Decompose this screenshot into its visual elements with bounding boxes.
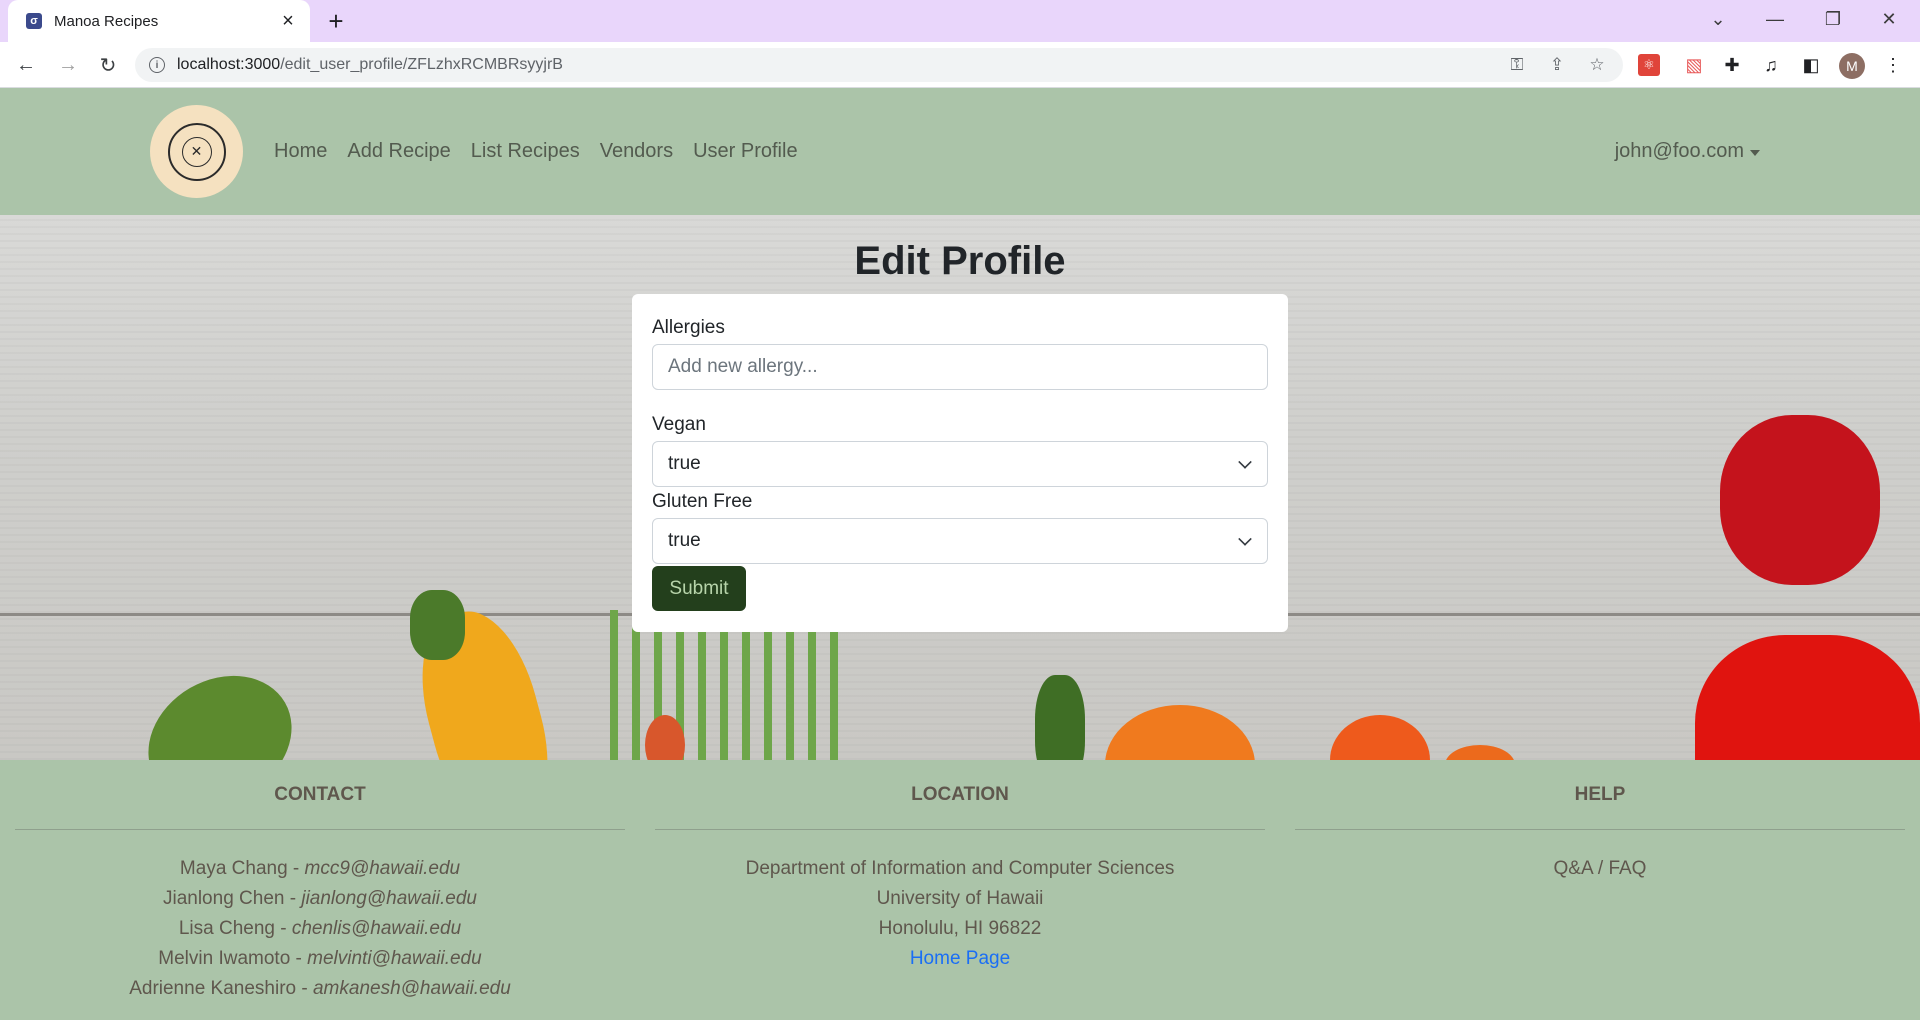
browser-tab[interactable]: σ Manoa Recipes × xyxy=(8,0,310,42)
browser-tab-strip: σ Manoa Recipes × + ⌄ — ❐ ✕ xyxy=(0,0,1920,42)
forward-button[interactable]: → xyxy=(52,49,84,81)
profile-avatar[interactable]: M xyxy=(1839,53,1865,79)
contact-item: Adrienne Kaneshiro - amkanesh@hawaii.edu xyxy=(15,974,625,1004)
location-line: Honolulu, HI 96822 xyxy=(878,918,1042,939)
user-dropdown[interactable]: john@foo.com xyxy=(1615,88,1760,215)
faq-link[interactable]: Q&A / FAQ xyxy=(1554,858,1647,879)
allergies-input[interactable] xyxy=(652,344,1268,390)
contact-name: Adrienne Kaneshiro - xyxy=(129,978,313,999)
hero-background: Edit Profile Allergies Vegan true Gluten… xyxy=(0,215,1920,760)
green-chili-image xyxy=(1035,675,1085,760)
vegan-select-value: true xyxy=(668,453,701,474)
zucchini-stem-image xyxy=(410,590,465,660)
allergies-label: Allergies xyxy=(652,317,725,338)
contact-email: chenlis@hawaii.edu xyxy=(291,918,462,939)
url-text[interactable]: localhost:3000/edit_user_profile/ZFLzhxR… xyxy=(177,56,1503,74)
contact-email: jianlong@hawaii.edu xyxy=(301,888,477,909)
gluten-free-select[interactable]: true xyxy=(652,518,1268,564)
contact-name: Maya Chang - xyxy=(179,858,305,879)
contact-email: amkanesh@hawaii.edu xyxy=(312,978,511,999)
side-panel-icon[interactable]: ◧ xyxy=(1797,51,1825,79)
vegan-select[interactable]: true xyxy=(652,441,1268,487)
browser-menu-icon[interactable]: ⋮ xyxy=(1879,51,1907,79)
cherry-tomato-image xyxy=(1330,715,1430,760)
app-navbar: ✕ Home Add Recipe List Recipes Vendors U… xyxy=(0,88,1920,215)
user-email: john@foo.com xyxy=(1614,140,1744,162)
divider xyxy=(1295,829,1905,830)
location-line: University of Hawaii xyxy=(876,888,1044,909)
contact-item: Melvin Iwamoto - melvinti@hawaii.edu xyxy=(15,944,625,974)
footer-help-column: HELP Q&A / FAQ xyxy=(1295,760,1905,884)
chevron-down-icon xyxy=(1238,455,1252,469)
cucumber-image xyxy=(125,650,315,760)
red-pepper-image xyxy=(1720,415,1880,585)
nav-link-vendors[interactable]: Vendors xyxy=(590,140,683,163)
contact-name: Jianlong Chen - xyxy=(162,888,302,909)
nav-link-home[interactable]: Home xyxy=(264,140,337,163)
nav-links: Home Add Recipe List Recipes Vendors Use… xyxy=(264,88,808,215)
submit-button[interactable]: Submit xyxy=(652,566,746,611)
media-control-icon[interactable]: ♫ xyxy=(1757,51,1785,79)
react-devtools-extension-icon[interactable]: ⚛ xyxy=(1638,54,1660,76)
back-button[interactable]: ← xyxy=(10,49,42,81)
footer-location-column: LOCATION Department of Information and C… xyxy=(655,760,1265,974)
small-tomato-image xyxy=(1445,745,1515,760)
favicon-icon: σ xyxy=(26,13,42,29)
contact-item: Jianlong Chen - jianlong@hawaii.edu xyxy=(15,884,625,914)
restore-button[interactable]: ❐ xyxy=(1810,0,1856,38)
page-title: Edit Profile xyxy=(854,239,1066,283)
reload-button[interactable]: ↻ xyxy=(92,49,124,81)
close-window-button[interactable]: ✕ xyxy=(1866,0,1912,38)
gluten-free-label: Gluten Free xyxy=(652,491,753,512)
nav-link-user-profile[interactable]: User Profile xyxy=(683,140,807,163)
caret-down-icon xyxy=(1750,149,1760,156)
footer-contact-column: CONTACT Maya Chang - mcc9@hawaii.edu Jia… xyxy=(15,760,625,1004)
extensions-puzzle-icon[interactable]: ✚ xyxy=(1718,51,1746,79)
contact-name: Lisa Cheng - xyxy=(178,918,292,939)
red-bell-pepper-image xyxy=(1695,635,1920,760)
contact-heading: CONTACT xyxy=(274,784,366,805)
contact-item: Lisa Cheng - chenlis@hawaii.edu xyxy=(15,914,625,944)
chevron-down-icon xyxy=(1238,532,1252,546)
fork-knife-icon: ✕ xyxy=(181,136,212,167)
nav-link-list-recipes[interactable]: List Recipes xyxy=(461,140,590,163)
share-icon[interactable]: ⇪ xyxy=(1543,51,1571,79)
extension-stripes-icon[interactable]: ▧ xyxy=(1680,51,1708,79)
contact-email: melvinti@hawaii.edu xyxy=(307,948,482,969)
location-heading: LOCATION xyxy=(911,784,1009,805)
minimize-button[interactable]: — xyxy=(1752,0,1798,38)
tab-title: Manoa Recipes xyxy=(54,12,159,30)
key-icon[interactable]: ⚿ xyxy=(1503,51,1531,79)
manoa-recipes-logo[interactable]: ✕ xyxy=(150,105,243,198)
nav-link-add-recipe[interactable]: Add Recipe xyxy=(337,140,460,163)
address-bar[interactable]: i localhost:3000/edit_user_profile/ZFLzh… xyxy=(135,48,1623,82)
tab-search-icon[interactable]: ⌄ xyxy=(1695,0,1741,38)
divider xyxy=(15,829,625,830)
logo-ring: ✕ xyxy=(167,122,226,181)
contact-item: Maya Chang - mcc9@hawaii.edu xyxy=(15,854,625,884)
new-tab-button[interactable]: + xyxy=(322,6,350,36)
browser-toolbar: ← → ↻ i localhost:3000/edit_user_profile… xyxy=(0,42,1920,88)
divider xyxy=(655,829,1265,830)
orange-pepper-image xyxy=(1105,705,1255,760)
gluten-free-select-value: true xyxy=(668,530,701,551)
contact-name: Melvin Iwamoto - xyxy=(158,948,308,969)
contact-email: mcc9@hawaii.edu xyxy=(304,858,461,879)
edit-profile-form: Allergies Vegan true Gluten Free true Su… xyxy=(632,294,1288,632)
vegan-label: Vegan xyxy=(652,414,706,435)
close-tab-icon[interactable]: × xyxy=(276,9,300,33)
help-heading: HELP xyxy=(1574,784,1626,805)
site-info-icon[interactable]: i xyxy=(149,57,165,73)
home-page-link[interactable]: Home Page xyxy=(910,948,1010,969)
location-line: Department of Information and Computer S… xyxy=(745,858,1175,879)
bookmark-star-icon[interactable]: ☆ xyxy=(1583,51,1611,79)
footer: CONTACT Maya Chang - mcc9@hawaii.edu Jia… xyxy=(0,760,1920,1020)
